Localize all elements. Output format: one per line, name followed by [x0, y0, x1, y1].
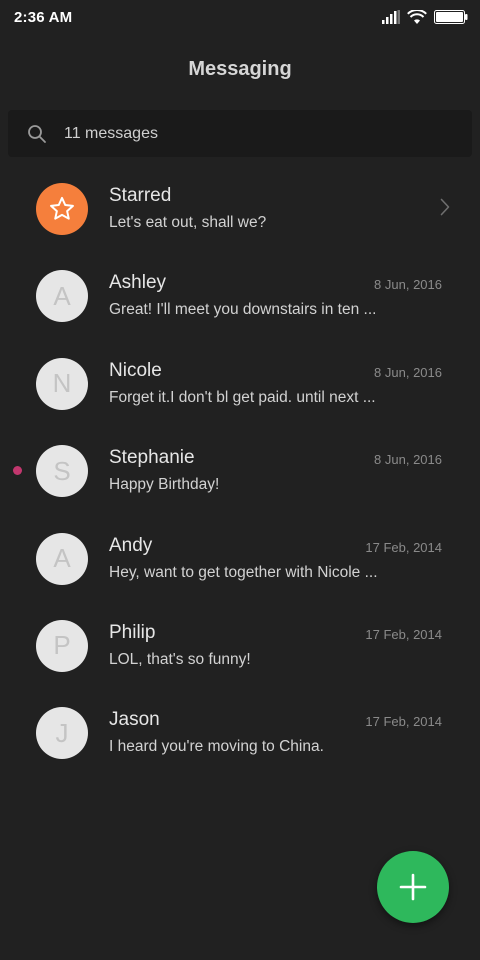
list-item[interactable]: P Philip 17 Feb, 2014 LOL, that's so fun… [0, 602, 480, 689]
status-bar: 2:36 AM [0, 0, 480, 34]
contact-name: Ashley [109, 272, 167, 294]
message-preview: Forget it.I don't bl get paid. until nex… [109, 388, 376, 406]
search-input[interactable]: 11 messages [64, 125, 158, 143]
avatar: S [36, 445, 88, 498]
contact-name: Nicole [109, 359, 162, 381]
message-date: 17 Feb, 2014 [365, 714, 442, 730]
message-date: 17 Feb, 2014 [365, 626, 442, 642]
list-item[interactable]: A Andy 17 Feb, 2014 Hey, want to get tog… [0, 515, 480, 602]
search-icon [26, 123, 48, 145]
message-preview: Hey, want to get together with Nicole ..… [109, 563, 378, 581]
status-icons [382, 9, 468, 25]
avatar: N [36, 357, 88, 410]
avatar: A [36, 532, 88, 585]
message-date: 8 Jun, 2016 [374, 277, 442, 293]
avatar [36, 183, 88, 235]
status-time: 2:36 AM [14, 8, 73, 26]
star-icon [50, 196, 74, 220]
page-title: Messaging [188, 57, 292, 80]
message-preview: Let's eat out, shall we? [109, 214, 267, 231]
plus-icon [399, 873, 427, 901]
message-preview: I heard you're moving to China. [109, 738, 324, 756]
wifi-icon [407, 9, 427, 24]
list-item[interactable]: N Nicole 8 Jun, 2016 Forget it.I don't b… [0, 340, 480, 427]
unread-indicator [13, 466, 22, 476]
list-item-starred[interactable]: Starred Let's eat out, shall we? [0, 165, 480, 252]
search-bar[interactable]: 11 messages [8, 110, 472, 157]
conversation-list: Starred Let's eat out, shall we? A Ashle… [0, 165, 480, 777]
list-item[interactable]: S Stephanie 8 Jun, 2016 Happy Birthday! [0, 427, 480, 514]
new-message-button[interactable] [377, 851, 449, 923]
avatar: A [36, 270, 88, 323]
list-item[interactable]: A Ashley 8 Jun, 2016 Great! I'll meet yo… [0, 252, 480, 339]
list-item[interactable]: J Jason 17 Feb, 2014 I heard you're movi… [0, 689, 480, 776]
contact-name: Starred [109, 185, 172, 206]
contact-name: Andy [109, 534, 153, 556]
contact-name: Philip [109, 621, 156, 643]
header: Messaging [0, 52, 480, 86]
message-preview: Happy Birthday! [109, 476, 220, 494]
contact-name: Stephanie [109, 447, 195, 469]
avatar: P [36, 619, 88, 672]
message-date: 8 Jun, 2016 [374, 452, 442, 468]
contact-name: Jason [109, 709, 160, 731]
message-date: 8 Jun, 2016 [374, 364, 442, 380]
chevron-right-icon [440, 198, 450, 221]
message-date: 17 Feb, 2014 [365, 539, 442, 555]
message-preview: Great! I'll meet you downstairs in ten .… [109, 301, 377, 319]
avatar: J [36, 707, 88, 760]
signal-icon [382, 10, 400, 24]
message-preview: LOL, that's so funny! [109, 650, 251, 668]
battery-icon [434, 10, 468, 24]
